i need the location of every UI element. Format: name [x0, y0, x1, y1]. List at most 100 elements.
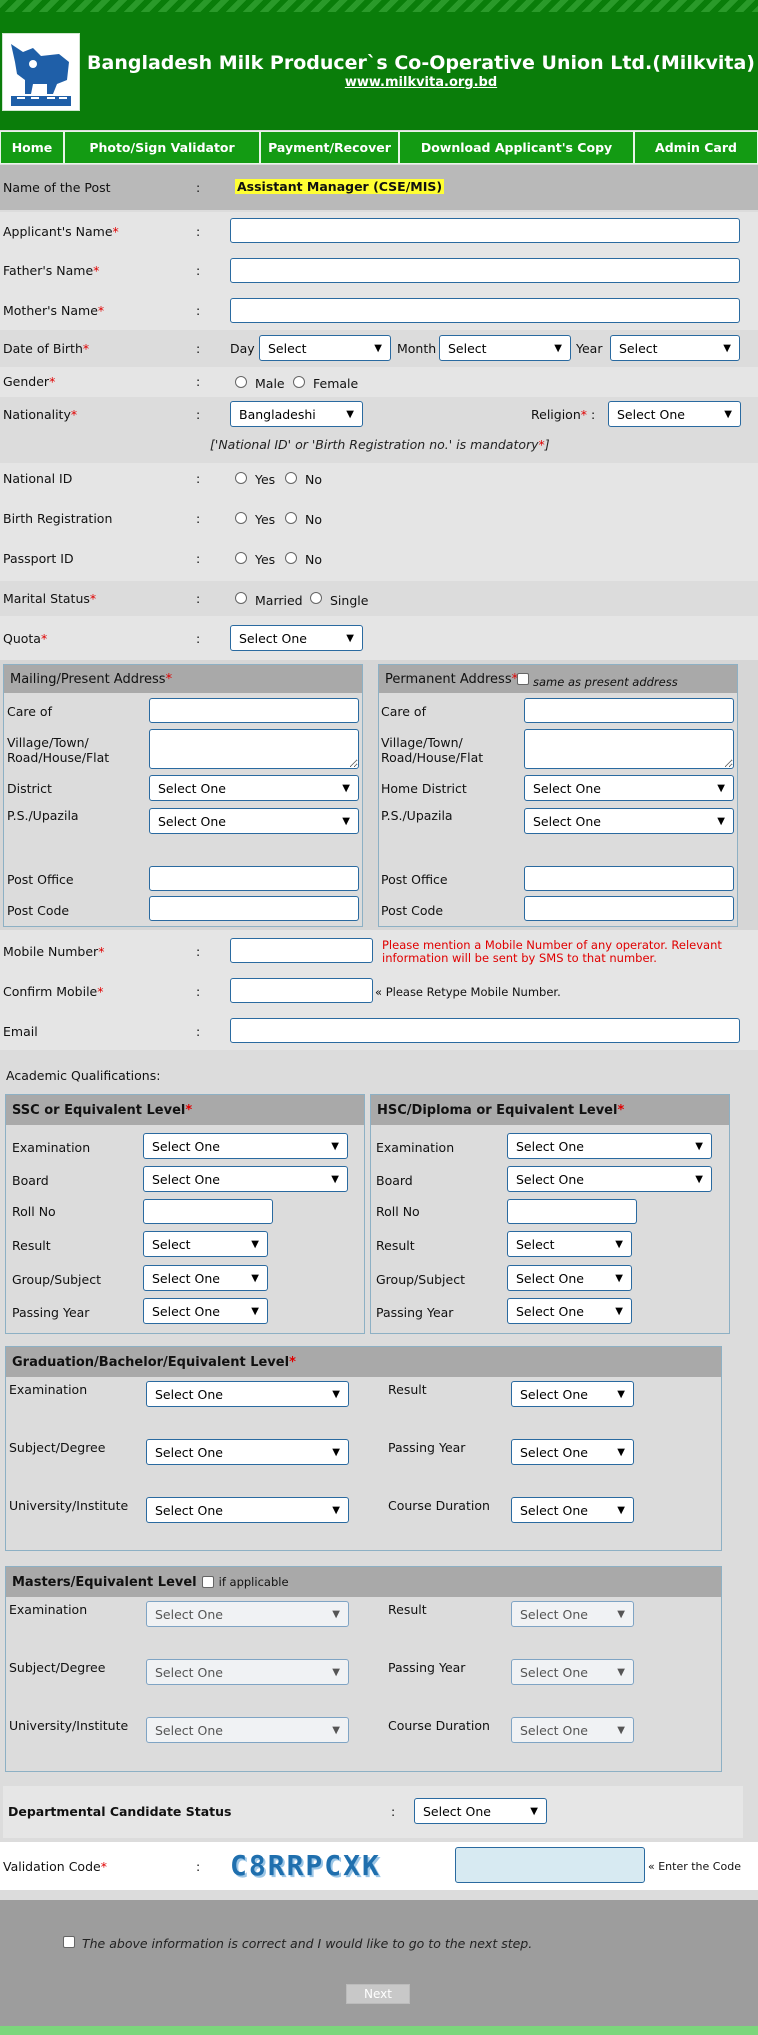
hsc-examination-select[interactable]: Select One ▼ [507, 1133, 712, 1159]
hsc-roll-input[interactable] [507, 1199, 637, 1224]
validation-code-input[interactable] [455, 1847, 645, 1883]
mailing-post-code-input[interactable] [149, 896, 359, 921]
birth-reg-no-radio[interactable] [285, 512, 297, 524]
ssc-roll-input[interactable] [143, 1199, 273, 1224]
agree-section [0, 1900, 758, 2026]
masters-passing-year-select[interactable]: Select One ▼ [511, 1659, 634, 1685]
colon: : [196, 944, 201, 959]
mobile-number-input[interactable] [230, 938, 373, 963]
nationality-label: Nationality* [3, 407, 78, 422]
dob-day-select[interactable]: Select ▼ [259, 335, 391, 361]
grad-examination-select[interactable]: Select One ▼ [146, 1381, 349, 1407]
chevron-down-icon: ▼ [342, 782, 350, 794]
ssc-passing-year-select[interactable]: Select One ▼ [143, 1298, 268, 1324]
marital-married-radio[interactable] [235, 592, 247, 604]
id-section [0, 463, 758, 581]
chevron-down-icon: ▼ [617, 1724, 625, 1736]
permanent-post-code-input[interactable] [524, 896, 734, 921]
colon: : [196, 224, 201, 239]
no-label: No [305, 472, 322, 487]
mailing-care-of-input[interactable] [149, 698, 359, 723]
hsc-result-label: Result [376, 1238, 415, 1253]
colon: : [196, 511, 201, 526]
chevron-down-icon: ▼ [717, 782, 725, 794]
grad-course-duration-select[interactable]: Select One ▼ [511, 1497, 634, 1523]
passport-no-radio[interactable] [285, 552, 297, 564]
captcha-image: C8RRPCXK [230, 1848, 381, 1882]
site-title: Bangladesh Milk Producer`s Co-Operative … [87, 52, 755, 74]
masters-course-duration-label: Course Duration [388, 1718, 490, 1733]
permanent-district-select[interactable]: Select One ▼ [524, 775, 734, 801]
grad-university-select[interactable]: Select One ▼ [146, 1497, 349, 1523]
ssc-group-select[interactable]: Select One ▼ [143, 1265, 268, 1291]
hsc-board-select[interactable]: Select One ▼ [507, 1166, 712, 1192]
passport-id-label: Passport ID [3, 551, 74, 566]
confirm-mobile-input[interactable] [230, 978, 373, 1003]
colon: : [196, 180, 201, 195]
chevron-down-icon: ▼ [617, 1446, 625, 1458]
chevron-down-icon: ▼ [695, 1173, 703, 1185]
quota-select[interactable]: Select One ▼ [230, 625, 363, 651]
masters-result-select[interactable]: Select One ▼ [511, 1601, 634, 1627]
grad-result-select[interactable]: Select One ▼ [511, 1381, 634, 1407]
nationality-select[interactable]: Bangladeshi ▼ [230, 401, 363, 427]
colon: : [196, 984, 201, 999]
chevron-down-icon: ▼ [617, 1504, 625, 1516]
masters-university-select[interactable]: Select One ▼ [146, 1717, 349, 1743]
nav-photo-sign-validator[interactable]: Photo/Sign Validator [64, 131, 260, 164]
ssc-result-select[interactable]: Select ▼ [143, 1231, 268, 1257]
gender-male-radio[interactable] [235, 376, 247, 388]
national-id-yes-radio[interactable] [235, 472, 247, 484]
yes-label: Yes [255, 552, 276, 567]
mother-name-input[interactable] [230, 298, 740, 323]
ssc-examination-label: Examination [12, 1140, 91, 1155]
agree-checkbox[interactable] [63, 1936, 75, 1948]
grad-subject-select[interactable]: Select One ▼ [146, 1439, 349, 1465]
quota-row [0, 616, 758, 660]
national-id-no-radio[interactable] [285, 472, 297, 484]
permanent-post-office-input[interactable] [524, 866, 734, 891]
nav-admin-card[interactable]: Admin Card [634, 131, 758, 164]
nav-home[interactable]: Home [0, 131, 64, 164]
yes-label: Yes [255, 472, 276, 487]
dob-day-label: Day [230, 341, 255, 356]
permanent-care-of-input[interactable] [524, 698, 734, 723]
mailing-district-select[interactable]: Select One ▼ [149, 775, 359, 801]
chevron-down-icon: ▼ [251, 1305, 259, 1317]
ssc-board-select[interactable]: Select One ▼ [143, 1166, 348, 1192]
email-input[interactable] [230, 1018, 740, 1043]
departmental-select[interactable]: Select One ▼ [414, 1798, 547, 1824]
hsc-result-select[interactable]: Select ▼ [507, 1231, 632, 1257]
masters-subject-select[interactable]: Select One ▼ [146, 1659, 349, 1685]
dob-year-select[interactable]: Select ▼ [610, 335, 740, 361]
marital-single-radio[interactable] [310, 592, 322, 604]
passport-yes-radio[interactable] [235, 552, 247, 564]
applicant-name-input[interactable] [230, 218, 740, 243]
birth-reg-yes-radio[interactable] [235, 512, 247, 524]
mailing-village-input[interactable] [149, 729, 359, 769]
next-button[interactable]: Next [346, 1984, 410, 2004]
father-name-input[interactable] [230, 258, 740, 283]
religion-select[interactable]: Select One ▼ [608, 401, 741, 427]
permanent-ps-select[interactable]: Select One ▼ [524, 808, 734, 834]
mailing-ps-select[interactable]: Select One ▼ [149, 808, 359, 834]
chevron-down-icon: ▼ [332, 1666, 340, 1678]
same-address-checkbox[interactable] [517, 673, 529, 685]
nav-download-applicant-copy[interactable]: Download Applicant's Copy [399, 131, 634, 164]
gender-female-radio[interactable] [293, 376, 305, 388]
hsc-passing-year-select[interactable]: Select One ▼ [507, 1298, 632, 1324]
grad-passing-year-select[interactable]: Select One ▼ [511, 1439, 634, 1465]
ssc-examination-select[interactable]: Select One ▼ [143, 1133, 348, 1159]
confirm-mobile-hint: « Please Retype Mobile Number. [375, 985, 561, 999]
permanent-village-input[interactable] [524, 729, 734, 769]
nav-payment-recover[interactable]: Payment/Recover [260, 131, 399, 164]
dob-month-select[interactable]: Select ▼ [439, 335, 571, 361]
masters-examination-select[interactable]: Select One ▼ [146, 1601, 349, 1627]
hsc-group-select[interactable]: Select One ▼ [507, 1265, 632, 1291]
mailing-post-office-input[interactable] [149, 866, 359, 891]
colon: : [196, 631, 201, 646]
masters-course-duration-select[interactable]: Select One ▼ [511, 1717, 634, 1743]
site-url-link[interactable]: www.milkvita.org.bd [86, 75, 756, 90]
chevron-down-icon: ▼ [251, 1238, 259, 1250]
masters-applicable-checkbox[interactable] [201, 1576, 214, 1588]
